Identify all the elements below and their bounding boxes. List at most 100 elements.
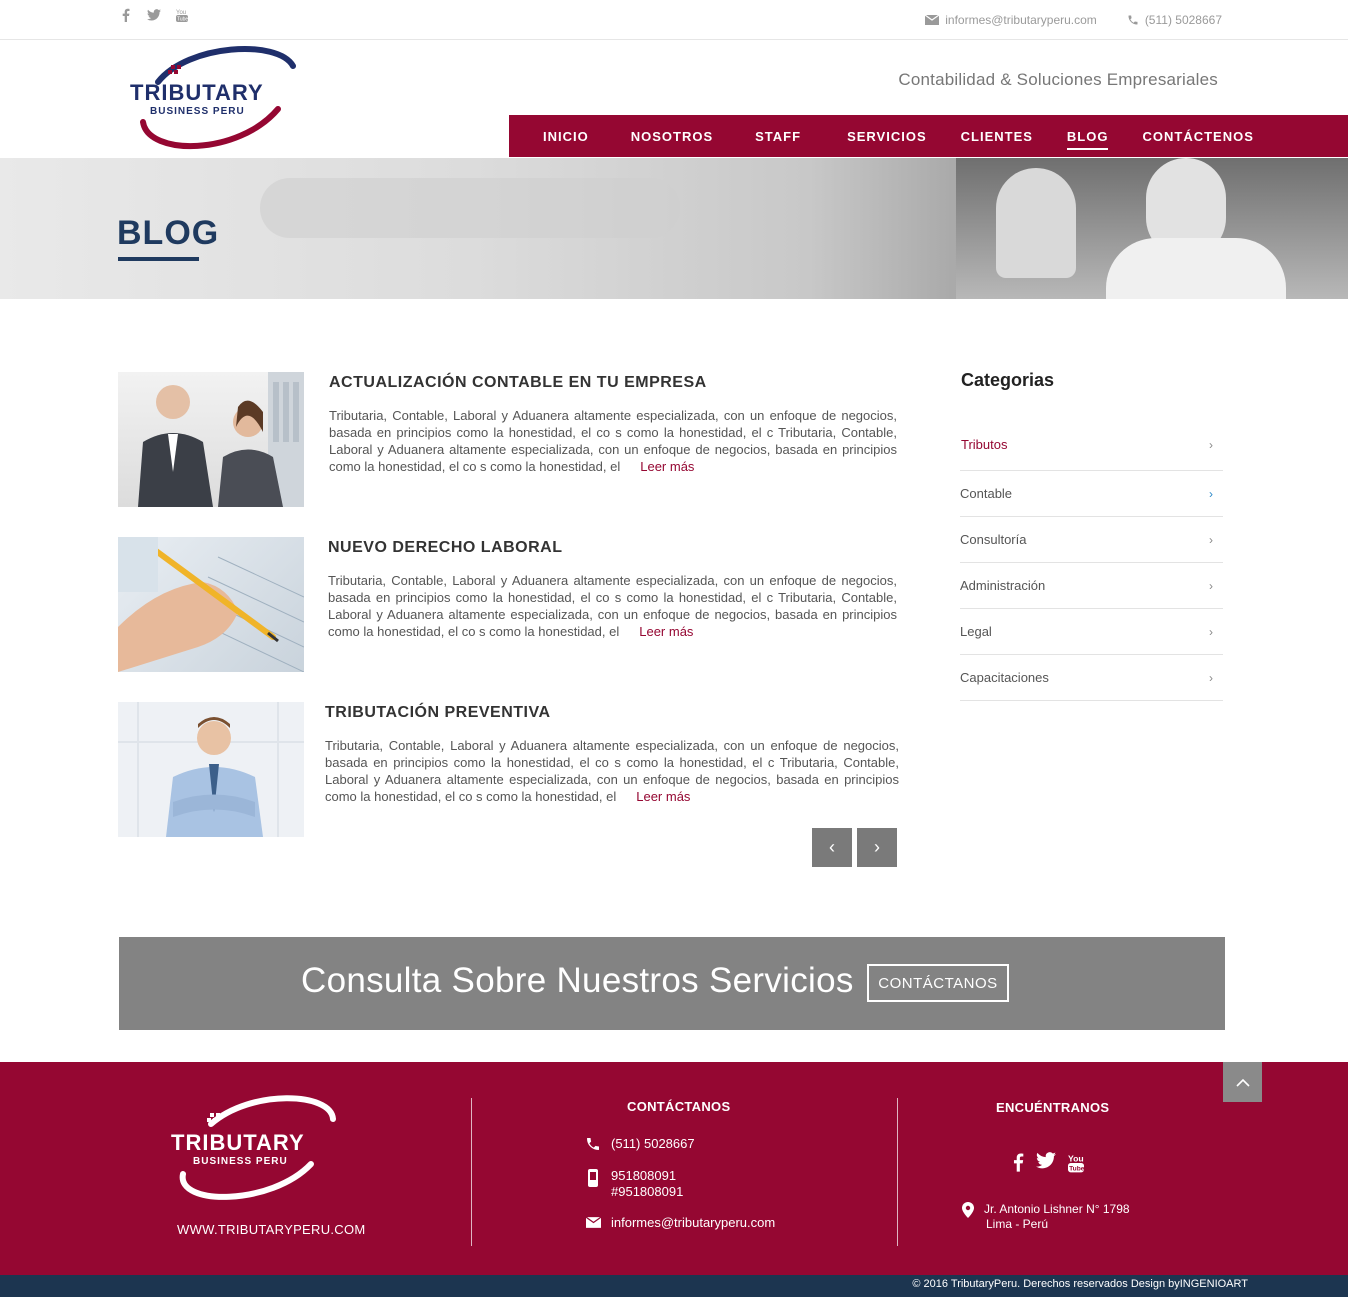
- next-page-button[interactable]: ›: [857, 828, 897, 867]
- nav-nosotros[interactable]: NOSOTROS: [631, 129, 713, 144]
- prev-page-button[interactable]: ‹: [812, 828, 852, 867]
- category-consultoria[interactable]: Consultoría ›: [960, 517, 1223, 563]
- chevron-right-icon: ›: [1209, 486, 1213, 501]
- nav-clientes[interactable]: CLIENTES: [961, 129, 1033, 144]
- svg-text:TRIBUTARY: TRIBUTARY: [171, 1130, 305, 1155]
- post-thumbnail[interactable]: [118, 372, 304, 507]
- post-excerpt: Tributaria, Contable, Laboral y Aduanera…: [329, 407, 897, 475]
- cta-text: Consulta Sobre Nuestros Servicios: [301, 961, 854, 1000]
- footer-phone-text: (511) 5028667: [611, 1136, 695, 1151]
- category-label: Tributos: [961, 437, 1008, 452]
- svg-text:Tube: Tube: [177, 17, 188, 23]
- youtube-icon[interactable]: You Tube: [1068, 1152, 1085, 1179]
- post-excerpt: Tributaria, Contable, Laboral y Aduanera…: [325, 737, 899, 805]
- post-excerpt-text: Tributaria, Contable, Laboral y Aduanera…: [328, 573, 897, 639]
- chevron-right-icon: ›: [874, 837, 880, 857]
- categories-sidebar: Categorias Tributos › Contable › Consultor…: [960, 370, 1223, 701]
- footer-address: Jr. Antonio Lishner N° 1798 Lima - Perú: [962, 1202, 1130, 1232]
- chevron-up-icon: [1235, 1078, 1250, 1087]
- category-capacitaciones[interactable]: Capacitaciones ›: [960, 655, 1223, 701]
- site-logo[interactable]: TRIBUTARY BUSINESS PERU: [128, 44, 303, 154]
- category-label: Capacitaciones: [960, 670, 1049, 685]
- mobile-phone-icon: [585, 1168, 601, 1191]
- post-title[interactable]: ACTUALIZACIÓN CONTABLE EN TU EMPRESA: [329, 374, 707, 392]
- banner-photo: [956, 158, 1348, 299]
- phone-icon: [585, 1136, 601, 1155]
- post-excerpt: Tributaria, Contable, Laboral y Aduanera…: [328, 572, 897, 640]
- footer-divider: [471, 1098, 472, 1246]
- chevron-right-icon: ›: [1209, 624, 1213, 639]
- post-excerpt-text: Tributaria, Contable, Laboral y Aduanera…: [325, 738, 899, 804]
- top-contact: informes@tributaryperu.com (511) 5028667: [925, 13, 1222, 27]
- facebook-icon[interactable]: [118, 6, 134, 24]
- footer-address-text: Jr. Antonio Lishner N° 1798 Lima - Perú: [984, 1202, 1130, 1231]
- nav-staff[interactable]: STAFF: [755, 129, 801, 144]
- category-administracion[interactable]: Administración ›: [960, 563, 1223, 609]
- banner-background: [260, 178, 680, 238]
- svg-text:You: You: [1068, 1154, 1084, 1164]
- main-navigation: INICIO NOSOTROS STAFF SERVICIOS CLIENTES…: [509, 115, 1348, 157]
- back-to-top-button[interactable]: [1223, 1062, 1262, 1102]
- post-title[interactable]: NUEVO DERECHO LABORAL: [328, 539, 563, 557]
- svg-text:BUSINESS PERU: BUSINESS PERU: [193, 1156, 288, 1167]
- category-label: Administración: [960, 578, 1046, 593]
- chevron-left-icon: ‹: [829, 837, 835, 857]
- category-tributos[interactable]: Tributos ›: [960, 419, 1223, 471]
- contact-cta: Consulta Sobre Nuestros Servicios CONTÁC…: [119, 937, 1225, 1030]
- twitter-icon[interactable]: [146, 6, 162, 24]
- footer-divider: [897, 1098, 898, 1246]
- post-pager: ‹ ›: [812, 828, 897, 867]
- phone-icon: [1128, 15, 1138, 25]
- nav-inicio[interactable]: INICIO: [543, 129, 589, 144]
- blog-post: ACTUALIZACIÓN CONTABLE EN TU EMPRESA Tri…: [118, 372, 898, 509]
- top-bar: You Tube informes@tributaryperu.com (511)…: [0, 0, 1348, 40]
- site-tagline: Contabilidad & Soluciones Empresariales: [898, 70, 1218, 89]
- youtube-icon[interactable]: You Tube: [174, 6, 190, 24]
- map-pin-icon: [962, 1202, 974, 1232]
- copyright-bar: © 2016 TributaryPeru. Derechos reservado…: [0, 1275, 1348, 1297]
- chevron-right-icon: ›: [1209, 578, 1213, 593]
- twitter-icon[interactable]: [1036, 1152, 1056, 1179]
- blog-post: NUEVO DERECHO LABORAL Tributaria, Contab…: [118, 537, 898, 674]
- top-phone[interactable]: (511) 5028667: [1127, 13, 1222, 27]
- chevron-right-icon: ›: [1209, 670, 1213, 685]
- svg-text:TRIBUTARY: TRIBUTARY: [130, 80, 264, 105]
- page-title-underline: [118, 257, 199, 261]
- category-label: Contable: [960, 486, 1013, 501]
- sidebar-title: Categorias: [961, 370, 1055, 390]
- nav-blog[interactable]: BLOG: [1066, 129, 1109, 150]
- site-footer: TRIBUTARY BUSINESS PERU WWW.TRIBUTARYPER…: [0, 1062, 1348, 1275]
- footer-phone[interactable]: (511) 5028667: [585, 1136, 695, 1155]
- read-more-link[interactable]: Leer más: [640, 459, 694, 474]
- post-thumbnail[interactable]: [118, 702, 304, 837]
- blog-post: TRIBUTACIÓN PREVENTIVA Tributaria, Conta…: [118, 702, 899, 839]
- footer-email-text: informes@tributaryperu.com: [611, 1215, 776, 1230]
- chevron-right-icon: ›: [1209, 437, 1213, 452]
- nav-contactenos[interactable]: CONTÁCTENOS: [1142, 129, 1253, 144]
- footer-mobile[interactable]: 951808091 #951808091: [585, 1168, 683, 1200]
- category-label: Consultoría: [960, 532, 1027, 547]
- read-more-link[interactable]: Leer más: [636, 789, 690, 804]
- footer-contact-title: CONTÁCTANOS: [627, 1099, 731, 1114]
- page-title: BLOG: [117, 214, 220, 252]
- post-title[interactable]: TRIBUTACIÓN PREVENTIVA: [325, 704, 551, 722]
- category-contable[interactable]: Contable ›: [960, 471, 1223, 517]
- footer-website-link[interactable]: WWW.TRIBUTARYPERU.COM: [177, 1222, 366, 1237]
- facebook-icon[interactable]: [1013, 1152, 1024, 1179]
- top-email[interactable]: informes@tributaryperu.com: [925, 13, 1097, 27]
- read-more-link[interactable]: Leer más: [639, 624, 693, 639]
- copyright-text: © 2016 TributaryPeru. Derechos reservado…: [912, 1278, 1248, 1290]
- cta-contact-button[interactable]: CONTÁCTANOS: [867, 964, 1009, 1002]
- footer-logo[interactable]: TRIBUTARY BUSINESS PERU: [171, 1094, 343, 1204]
- nav-servicios[interactable]: SERVICIOS: [847, 129, 927, 144]
- post-thumbnail[interactable]: [118, 537, 304, 672]
- svg-text:BUSINESS PERU: BUSINESS PERU: [150, 106, 245, 117]
- top-phone-text: (511) 5028667: [1144, 13, 1222, 27]
- svg-text:Tube: Tube: [1069, 1165, 1084, 1172]
- envelope-icon: [925, 15, 940, 25]
- top-email-text: informes@tributaryperu.com: [945, 13, 1097, 27]
- post-excerpt-text: Tributaria, Contable, Laboral y Aduanera…: [329, 408, 897, 474]
- footer-email[interactable]: informes@tributaryperu.com: [585, 1215, 775, 1231]
- category-legal[interactable]: Legal ›: [960, 609, 1223, 655]
- envelope-icon: [585, 1215, 601, 1231]
